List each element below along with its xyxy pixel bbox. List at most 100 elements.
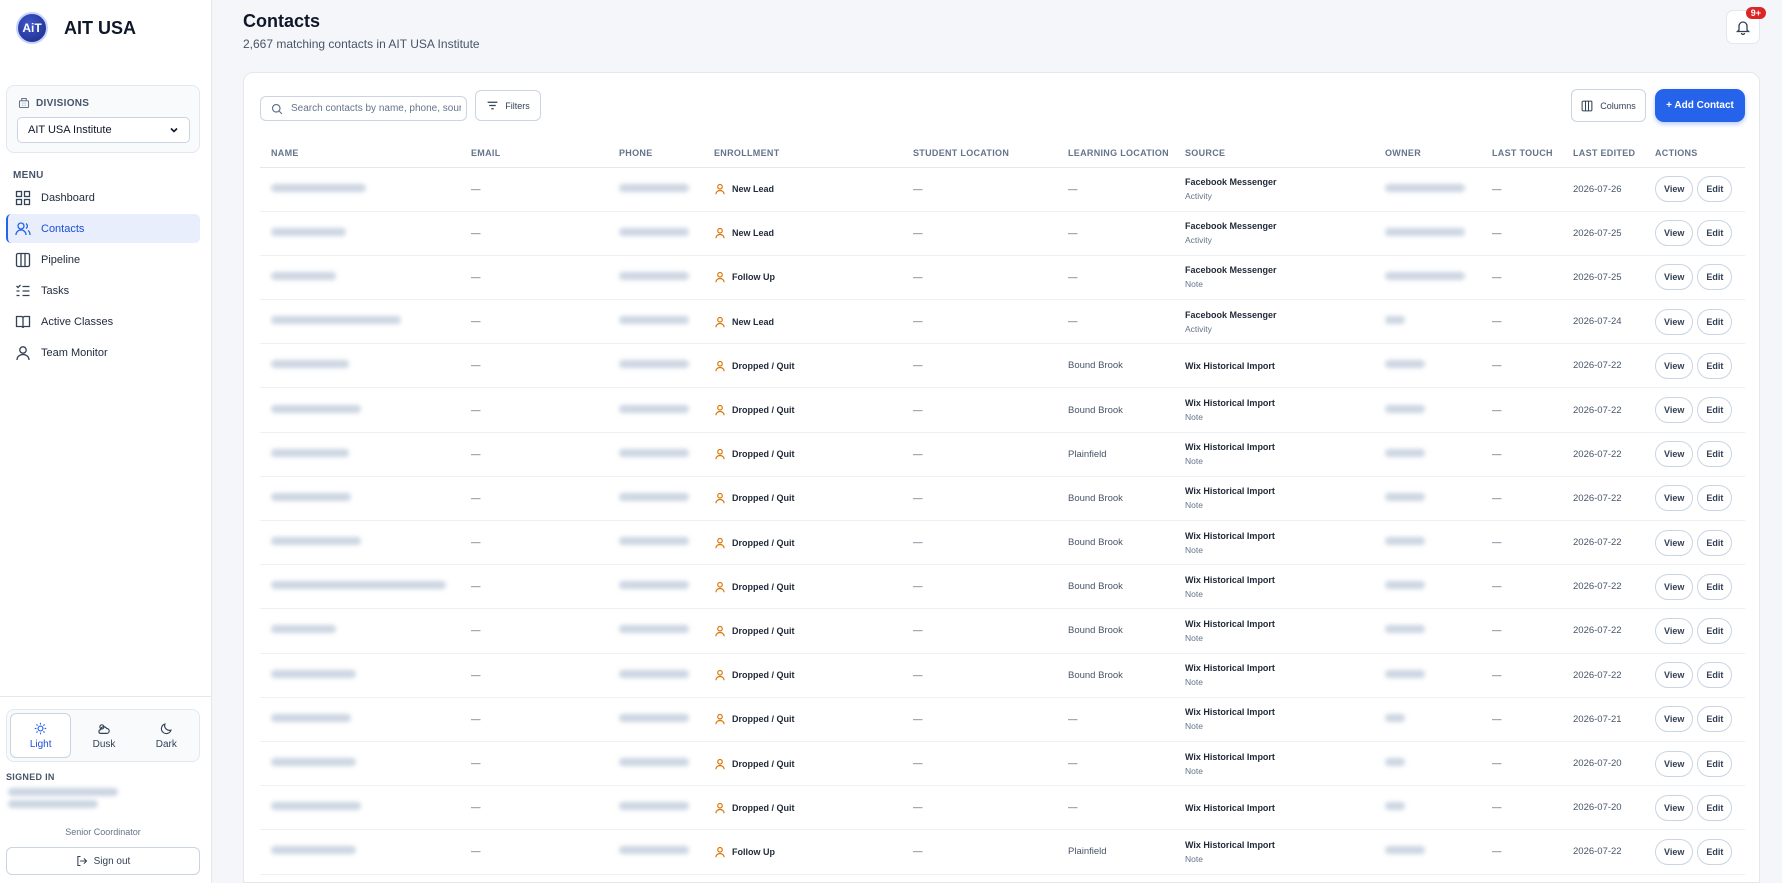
view-button[interactable]: View: [1655, 176, 1694, 203]
table-row[interactable]: — New Lead — — Facebook Messenger Activity —20…: [260, 167, 1745, 212]
edit-button[interactable]: Edit: [1697, 662, 1733, 689]
edit-button[interactable]: Edit: [1697, 397, 1733, 424]
edit-button[interactable]: Edit: [1697, 264, 1733, 291]
contact-name-cell[interactable]: [260, 476, 460, 522]
edit-button[interactable]: Edit: [1697, 485, 1733, 512]
table-row[interactable]: — Dropped / Quit — Bound Brook Wix Historica…: [260, 653, 1745, 698]
search-input[interactable]: [291, 103, 461, 114]
contact-name-cell[interactable]: [260, 520, 460, 566]
sidebar-item-tasks[interactable]: Tasks: [6, 277, 200, 306]
view-button[interactable]: View: [1655, 794, 1694, 821]
table-row[interactable]: — Dropped / Quit — Bound Brook Wix Historica…: [260, 343, 1745, 389]
enrollment-status: Dropped / Quit: [714, 625, 902, 637]
column-header[interactable]: LEARNING LOCATION: [1057, 139, 1174, 168]
contact-name-cell[interactable]: [260, 432, 460, 477]
column-header[interactable]: EMAIL: [460, 139, 608, 168]
view-button[interactable]: View: [1655, 662, 1694, 689]
enrollment-label: Dropped / Quit: [732, 537, 795, 548]
column-header[interactable]: NAME: [260, 139, 460, 168]
column-header[interactable]: LAST EDITED: [1562, 139, 1644, 168]
edit-button[interactable]: Edit: [1697, 794, 1733, 821]
view-button[interactable]: View: [1655, 573, 1694, 600]
edit-button[interactable]: Edit: [1697, 441, 1733, 468]
column-header[interactable]: ENROLLMENT: [703, 139, 902, 168]
table-row[interactable]: — Dropped / Quit — — Wix Historical Import —2…: [260, 785, 1745, 831]
sidebar-item-dashboard[interactable]: Dashboard: [6, 183, 200, 212]
filters-button[interactable]: Filters: [475, 90, 541, 121]
division-select[interactable]: AIT USA Institute: [17, 117, 190, 143]
view-button[interactable]: View: [1655, 617, 1694, 644]
enrollment-status: Dropped / Quit: [714, 713, 902, 725]
view-button[interactable]: View: [1655, 264, 1694, 291]
contact-name-cell[interactable]: [260, 299, 460, 345]
table-row[interactable]: — Dropped / Quit — Bound Brook Wix Historica…: [260, 564, 1745, 610]
sign-out-button[interactable]: Sign out: [6, 847, 200, 875]
notifications-button[interactable]: 9+: [1726, 7, 1766, 44]
view-button[interactable]: View: [1655, 485, 1694, 512]
view-button[interactable]: View: [1655, 441, 1694, 468]
table-row[interactable]: — New Lead — — Facebook Messenger Activity —20…: [260, 299, 1745, 345]
table-row[interactable]: — Dropped / Quit — Bound Brook Wix Historica…: [260, 608, 1745, 654]
theme-dusk-button[interactable]: Dusk: [74, 713, 133, 758]
view-button[interactable]: View: [1655, 750, 1694, 777]
sidebar-item-contacts[interactable]: Contacts: [6, 214, 200, 244]
column-header[interactable]: STUDENT LOCATION: [902, 139, 1057, 168]
source-name: Wix Historical Import: [1185, 574, 1275, 585]
table-row[interactable]: — Dropped / Quit — Bound Brook Wix Historica…: [260, 520, 1745, 566]
theme-switcher: Light Dusk Dark: [6, 709, 200, 762]
add-contact-button[interactable]: + Add Contact: [1655, 89, 1745, 122]
sidebar-item-active-classes[interactable]: Active Classes: [6, 308, 200, 337]
theme-dark-button[interactable]: Dark: [137, 713, 196, 758]
edit-button[interactable]: Edit: [1697, 308, 1733, 335]
view-button[interactable]: View: [1655, 308, 1694, 335]
theme-light-button[interactable]: Light: [10, 713, 72, 758]
table-row[interactable]: — Dropped / Quit — — Wix Historical Import No…: [260, 741, 1745, 787]
edit-button[interactable]: Edit: [1697, 617, 1733, 644]
brand[interactable]: AiT AIT USA: [16, 12, 136, 44]
contact-name-cell[interactable]: [260, 255, 460, 301]
contact-name-cell[interactable]: [260, 343, 460, 389]
table-row[interactable]: — New Lead — — Facebook Messenger Activity —20…: [260, 211, 1745, 256]
sidebar-item-pipeline[interactable]: Pipeline: [6, 245, 200, 274]
edit-button[interactable]: Edit: [1697, 529, 1733, 556]
table-row[interactable]: — Dropped / Quit — Plainfield Wix Historical…: [260, 432, 1745, 477]
table-row[interactable]: — Follow Up — — Facebook Messenger Note —2026-…: [260, 255, 1745, 301]
edit-button[interactable]: Edit: [1697, 220, 1733, 247]
columns-button[interactable]: Columns: [1571, 89, 1646, 122]
view-button[interactable]: View: [1655, 220, 1694, 247]
table-row[interactable]: — Dropped / Quit — — Wix Historical Import No…: [260, 697, 1745, 742]
contact-name-cell[interactable]: [260, 167, 460, 212]
contact-name-cell[interactable]: [260, 211, 460, 256]
edit-button[interactable]: Edit: [1697, 706, 1733, 733]
column-header[interactable]: SOURCE: [1174, 139, 1374, 168]
view-button[interactable]: View: [1655, 706, 1694, 733]
email-cell: —: [460, 387, 608, 433]
contact-name-cell[interactable]: [260, 785, 460, 831]
table-row[interactable]: — Dropped / Quit — Bound Brook Wix Historica…: [260, 476, 1745, 522]
contact-name-cell[interactable]: [260, 387, 460, 433]
edit-button[interactable]: Edit: [1697, 573, 1733, 600]
view-button[interactable]: View: [1655, 529, 1694, 556]
sidebar-item-team-monitor[interactable]: Team Monitor: [6, 339, 200, 368]
edit-button[interactable]: Edit: [1697, 838, 1733, 865]
edit-button[interactable]: Edit: [1697, 176, 1733, 203]
table-row[interactable]: — Dropped / Quit — Bound Brook Wix Historica…: [260, 387, 1745, 433]
phone-cell: [608, 476, 703, 522]
edit-button[interactable]: Edit: [1697, 352, 1733, 379]
view-button[interactable]: View: [1655, 352, 1694, 379]
view-button[interactable]: View: [1655, 838, 1694, 865]
contact-name-cell[interactable]: [260, 653, 460, 698]
contact-name-cell[interactable]: [260, 741, 460, 787]
view-button[interactable]: View: [1655, 397, 1694, 424]
contact-name-cell[interactable]: [260, 608, 460, 654]
owner-cell: [1374, 608, 1481, 654]
table-row[interactable]: — Follow Up — Plainfield Wix Historical Impo…: [260, 829, 1745, 875]
column-header[interactable]: PHONE: [608, 139, 703, 168]
contact-name-cell[interactable]: [260, 829, 460, 875]
search-box[interactable]: [260, 96, 467, 121]
contact-name-cell[interactable]: [260, 564, 460, 610]
column-header[interactable]: LAST TOUCH: [1481, 139, 1562, 168]
column-header[interactable]: OWNER: [1374, 139, 1481, 168]
contact-name-cell[interactable]: [260, 697, 460, 742]
edit-button[interactable]: Edit: [1697, 750, 1733, 777]
